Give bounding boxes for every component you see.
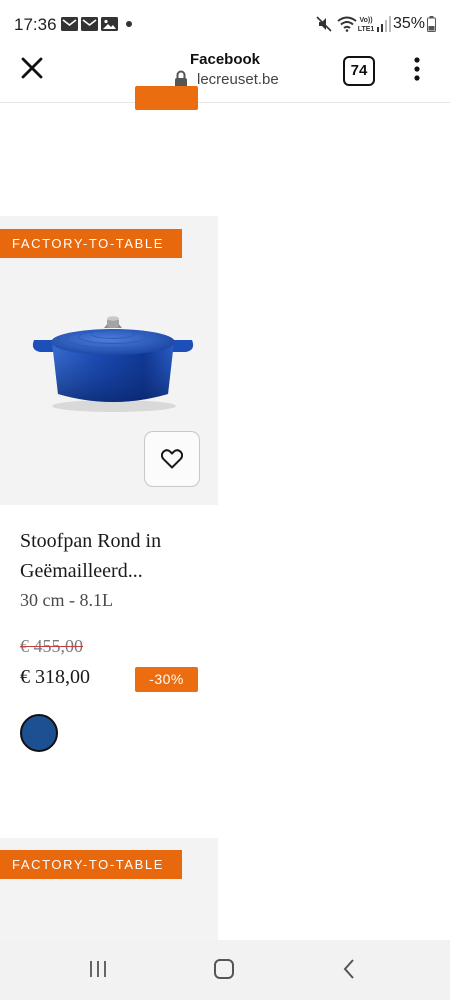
next-factory-to-table-badge: FACTORY-TO-TABLE — [0, 850, 182, 879]
home-icon[interactable] — [213, 958, 235, 980]
tab-count-button[interactable]: 74 — [343, 56, 375, 86]
status-time: 17:36 — [14, 15, 57, 34]
discount-badge: -30% — [135, 667, 198, 692]
heart-icon — [161, 449, 183, 469]
notification-dot — [126, 21, 132, 27]
image-icon — [101, 17, 118, 31]
color-swatch[interactable] — [20, 714, 58, 752]
factory-to-table-badge: FACTORY-TO-TABLE — [0, 229, 182, 258]
product-image[interactable] — [28, 310, 198, 414]
signal-icon — [377, 16, 391, 32]
mute-icon — [316, 16, 332, 32]
product-size: 30 cm - 8.1L — [20, 590, 113, 610]
wifi-icon — [337, 16, 357, 32]
more-icon[interactable] — [413, 57, 421, 81]
previous-discount-badge — [135, 86, 198, 110]
status-bar: 17:36 Vo)) LTE1 35% — [0, 0, 450, 46]
mail-icon — [81, 17, 98, 31]
favorite-button[interactable] — [144, 431, 200, 487]
page-url[interactable]: lecreuset.be — [197, 71, 279, 88]
recent-apps-icon[interactable] — [88, 959, 108, 979]
back-icon[interactable] — [342, 958, 356, 980]
svg-text:Vo)): Vo)) — [359, 17, 372, 24]
navigation-bar — [0, 940, 450, 1000]
product-name[interactable]: Stoofpan Rond in Geëmailleerd... — [20, 526, 210, 586]
volte-icon: Vo)) LTE1 — [358, 17, 375, 33]
battery-percent: 35% — [393, 15, 426, 32]
svg-text:LTE1: LTE1 — [358, 26, 375, 33]
original-price: € 455,00 — [20, 636, 83, 656]
page-title: Facebook — [189, 51, 261, 68]
battery-icon — [427, 16, 436, 32]
mail-icon — [61, 17, 78, 31]
sale-price: € 318,00 — [20, 666, 90, 688]
